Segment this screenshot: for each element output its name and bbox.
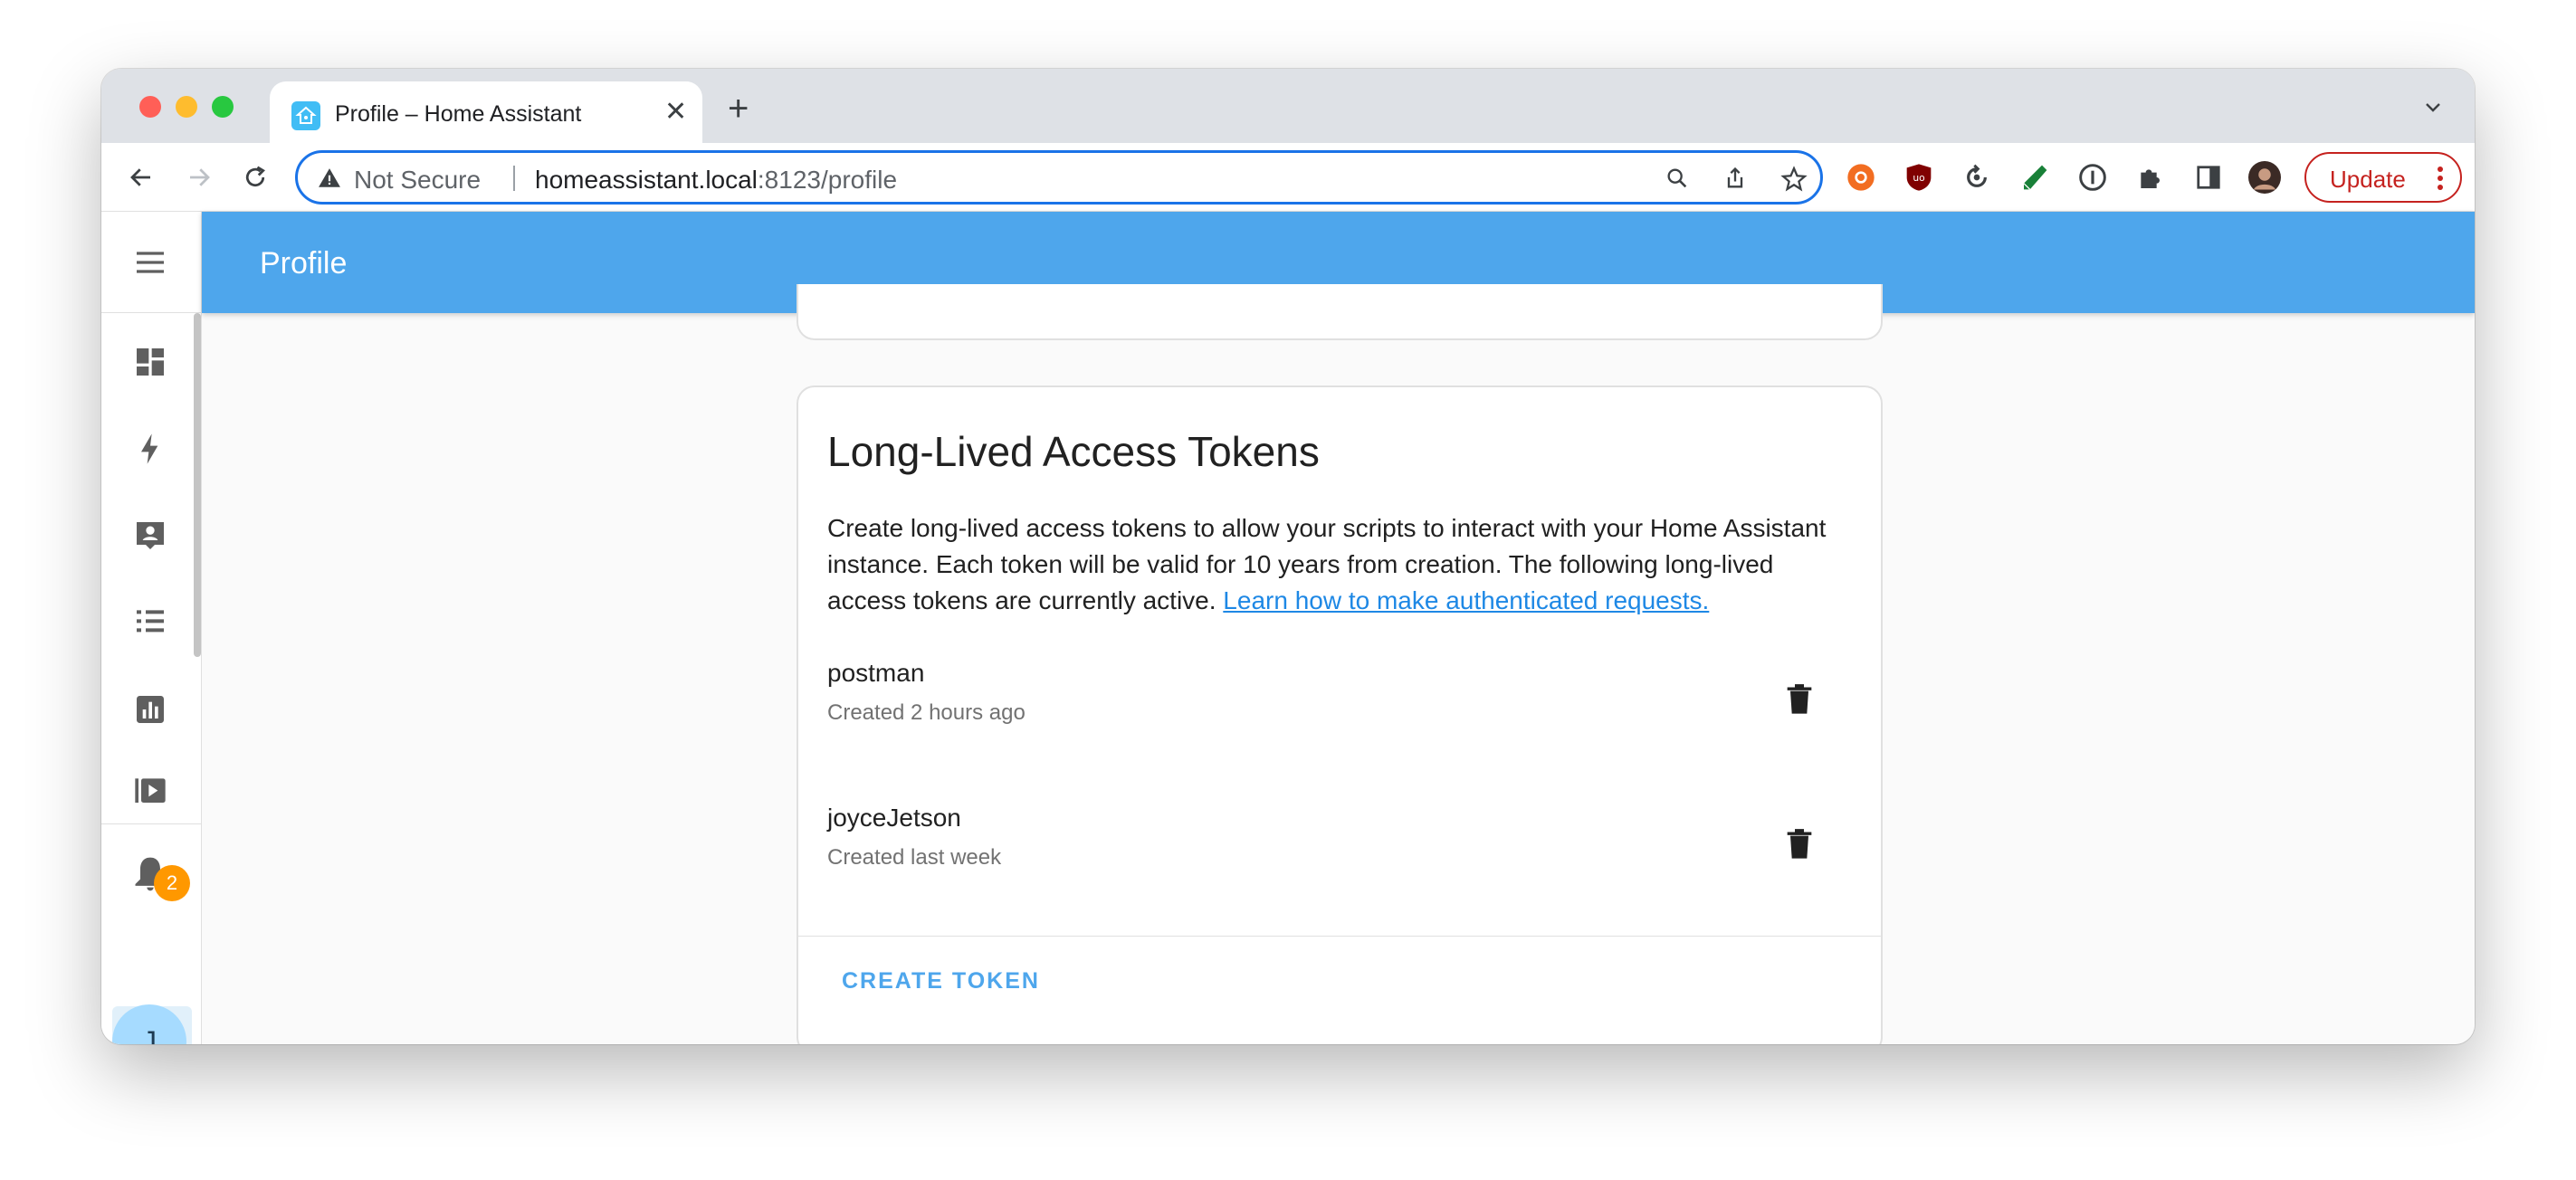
previous-card-bottom <box>797 284 1883 340</box>
forward-arrow-icon[interactable] <box>183 161 215 194</box>
home-assistant-app: 2 J Profile Long-Lived Access Tokens Cre… <box>101 212 2475 1044</box>
side-panel-icon[interactable] <box>2192 161 2225 194</box>
dashboard-icon <box>137 348 164 376</box>
pen-extension-icon[interactable] <box>2018 161 2051 194</box>
card-actions-divider <box>798 936 1881 937</box>
format-list-icon <box>137 610 164 633</box>
sidebar-header <box>101 212 202 313</box>
create-token-button[interactable]: CREATE TOKEN <box>842 968 1040 994</box>
url-path: :8123/profile <box>757 166 898 194</box>
maximize-window-button[interactable] <box>212 96 234 118</box>
home-assistant-favicon-icon <box>291 101 320 130</box>
url-host: homeassistant.local <box>535 166 758 194</box>
back-arrow-icon[interactable] <box>125 161 157 194</box>
sidebar-item-history[interactable] <box>129 601 172 644</box>
new-tab-button[interactable]: + <box>728 90 749 127</box>
browser-toolbar: Not Secure homeassistant.local:8123/prof… <box>101 143 2475 212</box>
sidebar-scrollbar[interactable] <box>194 313 201 657</box>
tab-close-icon[interactable]: ✕ <box>664 98 687 127</box>
profile-picture-icon[interactable] <box>2248 161 2281 194</box>
sidebar-divider <box>101 823 202 824</box>
svg-text:uo: uo <box>1913 172 1924 184</box>
extensions-puzzle-icon[interactable] <box>2134 161 2167 194</box>
sidebar-item-dashboard[interactable] <box>129 340 172 384</box>
play-box-multiple-icon <box>135 778 166 803</box>
url-text[interactable]: homeassistant.local:8123/profile <box>535 166 897 195</box>
page-title: Profile <box>260 246 348 281</box>
auth-requests-link[interactable]: Learn how to make authenticated requests… <box>1223 586 1709 614</box>
share-icon[interactable] <box>1722 166 1748 195</box>
delete-token-trash-icon[interactable] <box>1779 679 1819 718</box>
ublock-shield-icon[interactable]: uo <box>1903 161 1935 194</box>
sidebar: 2 J <box>101 212 202 1044</box>
token-name: postman <box>827 659 925 687</box>
token-row: postman Created 2 hours ago <box>827 659 1856 749</box>
tab-title: Profile – Home Assistant <box>335 101 582 127</box>
password-manager-icon[interactable] <box>2076 161 2109 194</box>
extension-orange-icon[interactable] <box>1845 161 1877 194</box>
address-bar[interactable]: Not Secure homeassistant.local:8123/prof… <box>295 150 1823 205</box>
tab-profile[interactable]: Profile – Home Assistant ✕ <box>270 81 702 143</box>
minimize-window-button[interactable] <box>176 96 197 118</box>
delete-token-trash-icon[interactable] <box>1779 823 1819 863</box>
notification-badge: 2 <box>154 865 190 901</box>
zoom-search-icon[interactable] <box>1665 166 1690 195</box>
update-button[interactable]: Update <box>2304 152 2462 203</box>
sidebar-item-energy[interactable] <box>129 427 172 471</box>
card-title: Long-Lived Access Tokens <box>827 428 1320 475</box>
sync-extension-icon[interactable] <box>1961 161 1993 194</box>
token-created: Created 2 hours ago <box>827 700 1026 725</box>
sidebar-item-media[interactable] <box>129 767 172 811</box>
sidebar-item-statistics[interactable] <box>129 688 172 731</box>
close-window-button[interactable] <box>139 96 161 118</box>
bookmark-star-icon[interactable] <box>1780 166 1808 197</box>
warning-icon[interactable] <box>318 167 341 195</box>
card-description: Create long-lived access tokens to allow… <box>827 510 1859 619</box>
token-created: Created last week <box>827 845 1002 870</box>
tab-search-chevron-icon[interactable] <box>2422 96 2444 122</box>
reload-icon[interactable] <box>239 161 272 194</box>
security-label[interactable]: Not Secure <box>354 166 481 195</box>
token-row: joyceJetson Created last week <box>827 804 1856 894</box>
more-vert-icon[interactable] <box>2437 165 2444 198</box>
lightning-bolt-icon <box>141 433 158 464</box>
token-name: joyceJetson <box>827 804 961 832</box>
sidebar-item-logbook[interactable] <box>129 514 172 557</box>
browser-window: Profile – Home Assistant ✕ + Not Secure … <box>101 69 2475 1044</box>
account-box-icon <box>137 522 164 549</box>
long-lived-tokens-card: Long-Lived Access Tokens Create long-liv… <box>797 385 1883 1044</box>
update-label: Update <box>2330 166 2406 193</box>
address-separator <box>513 166 515 191</box>
chart-box-icon <box>137 696 164 723</box>
tab-strip: Profile – Home Assistant ✕ + <box>101 69 2475 143</box>
menu-hamburger-icon[interactable] <box>129 241 172 284</box>
